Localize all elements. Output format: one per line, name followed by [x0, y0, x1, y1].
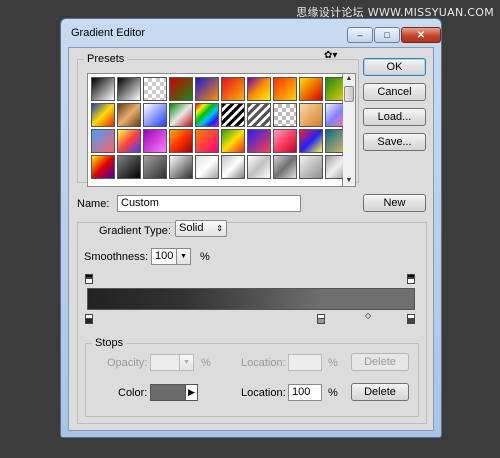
preset-swatch[interactable] [299, 155, 323, 179]
opacity-stop-right[interactable] [407, 274, 415, 284]
opacity-label: Opacity: [107, 357, 148, 369]
preset-swatch[interactable] [117, 155, 141, 179]
opacity-location-label: Location: [241, 357, 286, 369]
color-stop-left[interactable] [85, 314, 93, 324]
preset-swatch[interactable] [91, 103, 115, 127]
preset-swatch[interactable] [143, 77, 167, 101]
preset-swatch[interactable] [117, 103, 141, 127]
preset-swatch[interactable] [195, 103, 219, 127]
preset-swatch[interactable] [299, 77, 323, 101]
presets-menu-gear-icon[interactable]: ✿▾ [324, 50, 337, 61]
name-input[interactable]: Custom [117, 195, 301, 212]
opacity-stop-left[interactable] [85, 274, 93, 284]
preset-swatch[interactable] [117, 77, 141, 101]
opacity-dropdown-icon[interactable]: ▼ [180, 354, 194, 371]
preset-swatch[interactable] [169, 155, 193, 179]
opacity-unit: % [201, 357, 211, 369]
presets-legend: Presets [87, 53, 125, 65]
name-label: Name: [77, 198, 110, 210]
opacity-input[interactable] [150, 354, 180, 371]
stops-group: Stops [85, 337, 419, 417]
preset-swatch[interactable] [169, 103, 193, 127]
preset-swatch[interactable] [247, 103, 271, 127]
opacity-location-unit: % [328, 357, 338, 369]
maximize-icon: □ [384, 30, 390, 40]
color-location-label: Location: [241, 387, 286, 399]
preset-swatch[interactable] [195, 155, 219, 179]
color-menu-arrow-icon[interactable]: ▶ [186, 384, 198, 401]
new-button[interactable]: New [363, 194, 426, 212]
presets-scrollbar[interactable]: ▲ ▼ [343, 73, 356, 187]
preset-swatch[interactable] [247, 129, 271, 153]
preset-swatch[interactable] [273, 155, 297, 179]
smoothness-unit: % [200, 251, 210, 263]
color-label: Color: [118, 387, 148, 399]
preset-swatch[interactable] [273, 103, 297, 127]
stops-legend: Stops [95, 337, 124, 349]
preset-swatch[interactable] [195, 129, 219, 153]
preset-swatch[interactable] [169, 129, 193, 153]
scroll-down-icon[interactable]: ▼ [343, 176, 355, 186]
preset-swatch[interactable] [195, 77, 219, 101]
opacity-delete-button[interactable]: Delete [351, 353, 409, 371]
close-icon: ✕ [416, 29, 426, 41]
preset-swatch[interactable] [143, 155, 167, 179]
preset-swatch[interactable] [221, 77, 245, 101]
stop-color-swatch[interactable] [150, 384, 186, 401]
scroll-thumb[interactable] [344, 86, 354, 102]
gradient-preview-bar[interactable] [87, 288, 415, 310]
gradient-editor-window: Gradient Editor – □ ✕ Presets ✿▾ ▲ ▼ OK … [60, 18, 442, 438]
smoothness-input[interactable]: 100 [151, 248, 177, 265]
color-location-input[interactable]: 100 [288, 384, 322, 401]
preset-swatch[interactable] [143, 129, 167, 153]
save-button[interactable]: Save... [363, 133, 426, 151]
preset-swatch[interactable] [91, 155, 115, 179]
gradient-type-value: Solid [179, 222, 204, 234]
color-stop-middle[interactable] [317, 314, 325, 324]
preset-swatch[interactable] [221, 155, 245, 179]
preset-swatch[interactable] [91, 129, 115, 153]
preset-swatch[interactable] [273, 77, 297, 101]
minimize-icon: – [357, 30, 363, 40]
preset-swatch[interactable] [299, 129, 323, 153]
smoothness-dropdown-icon[interactable]: ▼ [177, 248, 191, 265]
dialog-body: Presets ✿▾ ▲ ▼ OK Cancel Load... Save...… [68, 47, 434, 431]
select-arrows-icon: ⇕ [216, 224, 223, 233]
preset-swatch[interactable] [247, 77, 271, 101]
load-button[interactable]: Load... [363, 108, 426, 126]
close-button[interactable]: ✕ [401, 27, 441, 43]
title-bar[interactable]: Gradient Editor – □ ✕ [61, 19, 441, 47]
smoothness-label: Smoothness: [84, 251, 149, 263]
maximize-button[interactable]: □ [374, 27, 400, 43]
presets-grid [87, 73, 349, 187]
gradient-type-select[interactable]: Solid ⇕ [175, 220, 227, 237]
preset-swatch[interactable] [247, 155, 271, 179]
ok-button[interactable]: OK [363, 58, 426, 76]
preset-swatch[interactable] [169, 77, 193, 101]
scroll-up-icon[interactable]: ▲ [343, 74, 355, 84]
minimize-button[interactable]: – [347, 27, 373, 43]
preset-swatch[interactable] [117, 129, 141, 153]
cancel-button[interactable]: Cancel [363, 83, 426, 101]
color-delete-button[interactable]: Delete [351, 383, 409, 401]
color-midpoint-diamond-icon[interactable]: ◇ [365, 311, 371, 320]
preset-swatch[interactable] [91, 77, 115, 101]
opacity-location-input[interactable] [288, 354, 322, 371]
preset-swatch[interactable] [143, 103, 167, 127]
preset-swatch[interactable] [299, 103, 323, 127]
preset-swatch[interactable] [273, 129, 297, 153]
gradient-type-label: Gradient Type: [99, 225, 171, 237]
preset-swatch[interactable] [221, 103, 245, 127]
preset-swatch[interactable] [221, 129, 245, 153]
color-stop-right[interactable] [407, 314, 415, 324]
color-location-unit: % [328, 387, 338, 399]
window-title: Gradient Editor [71, 27, 145, 39]
